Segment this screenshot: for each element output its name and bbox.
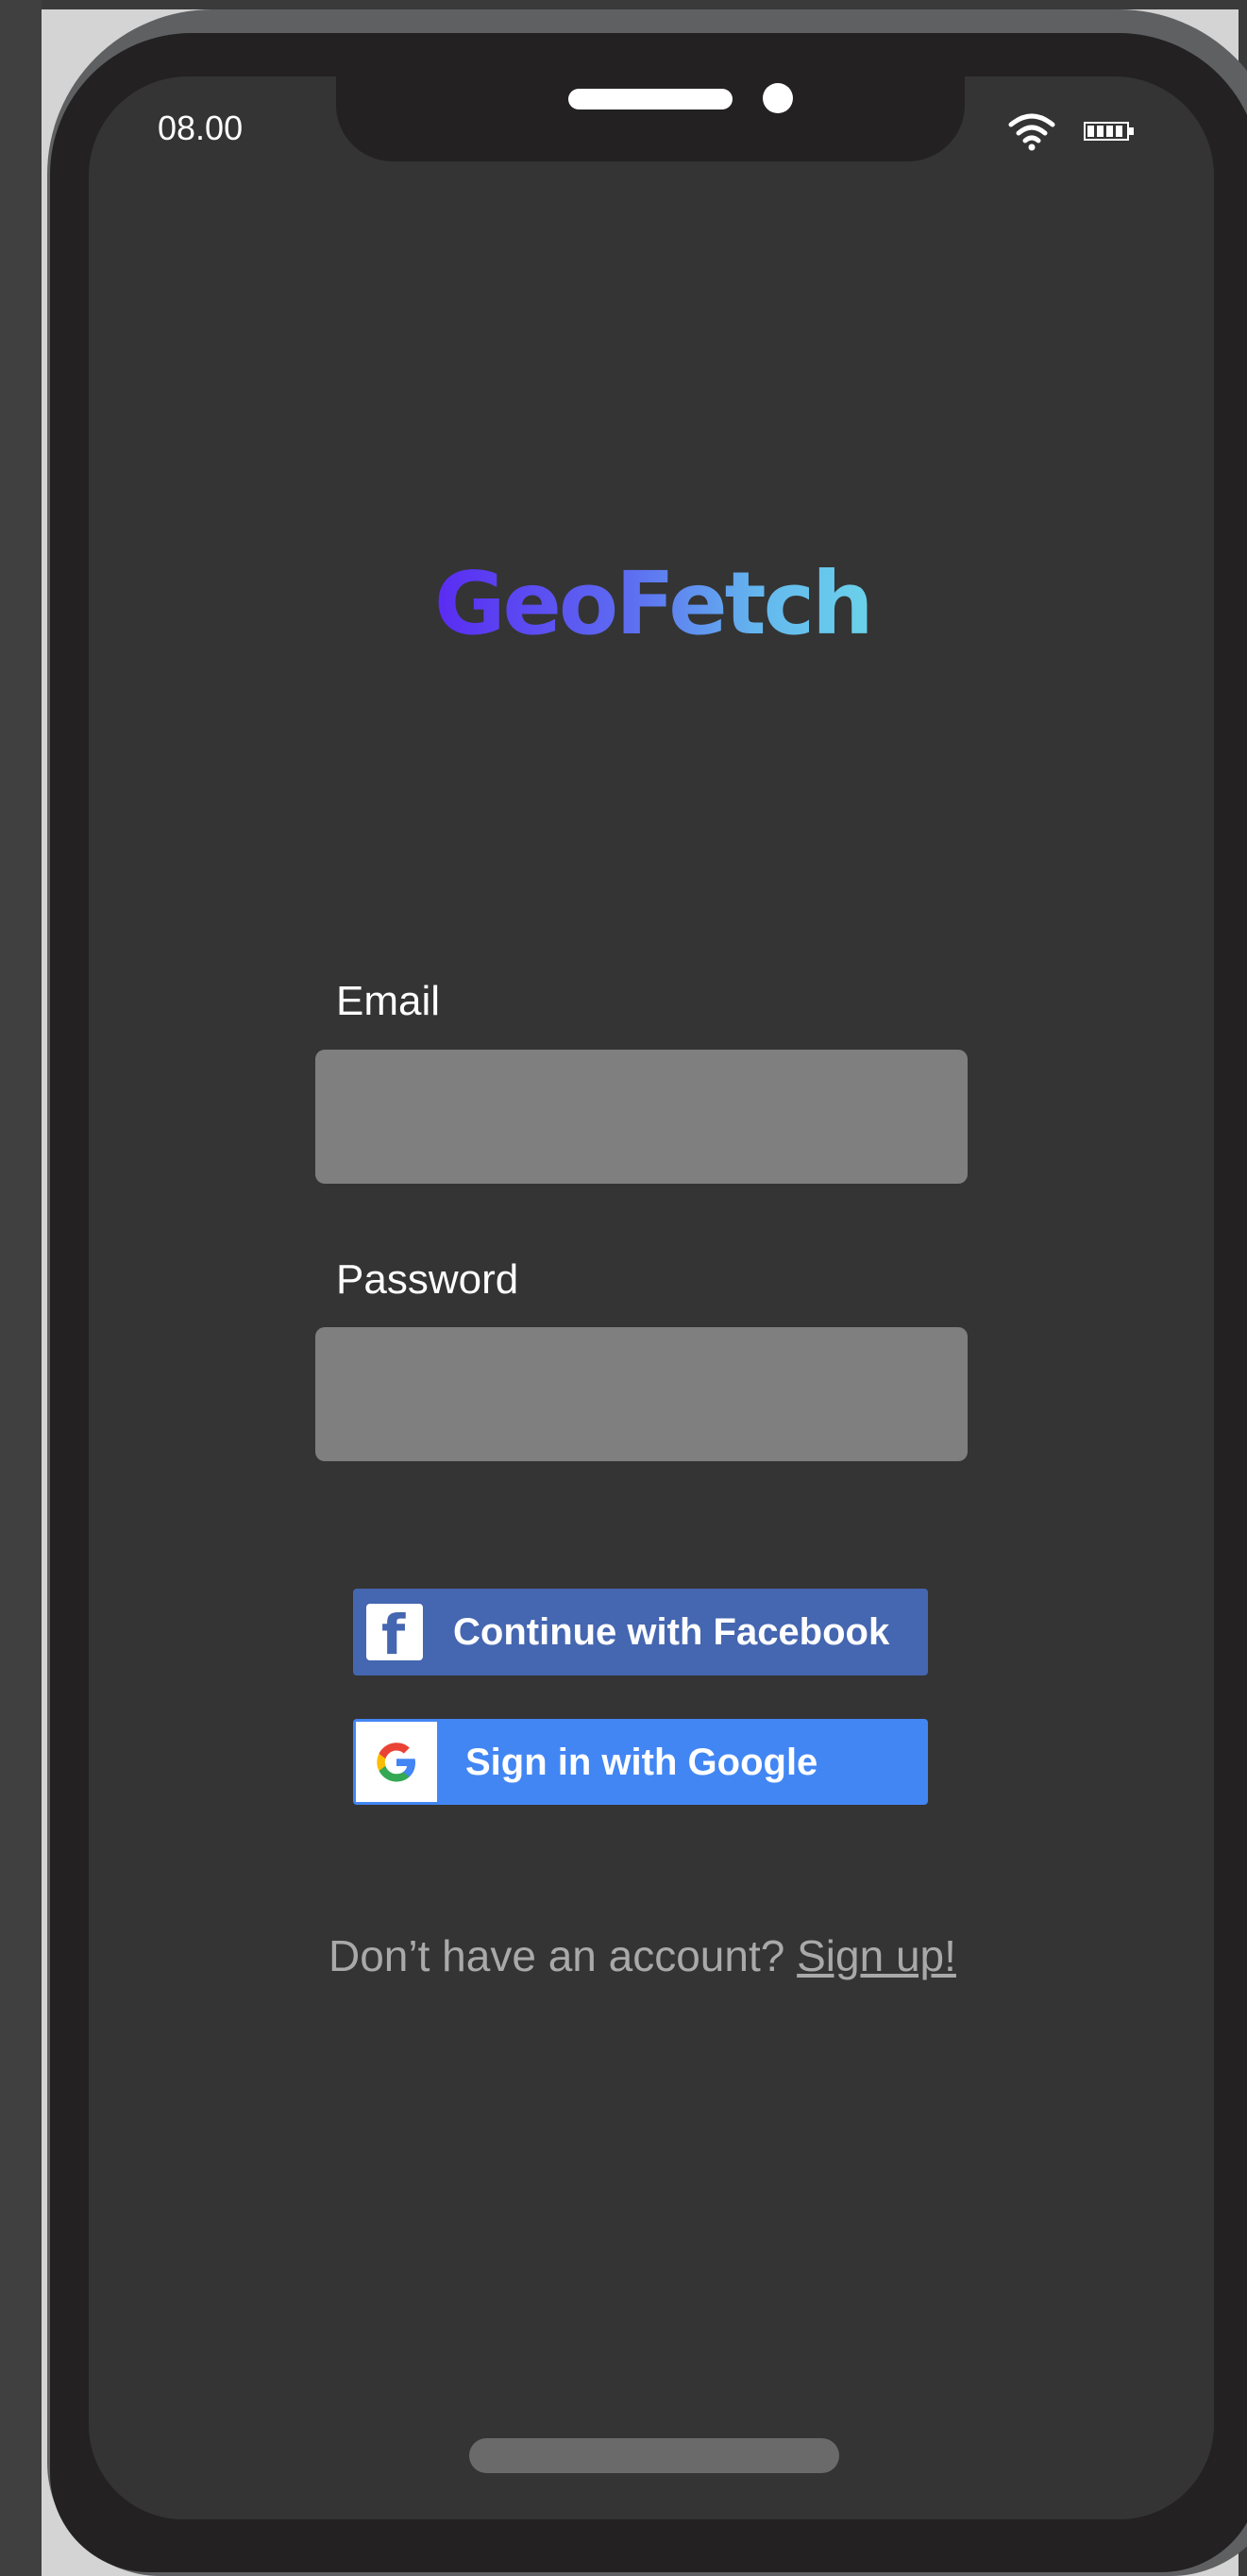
- battery-icon: [1084, 122, 1134, 141]
- facebook-logo-icon: f: [366, 1604, 423, 1662]
- google-button-label: Sign in with Google: [465, 1742, 818, 1783]
- front-camera: [763, 83, 793, 113]
- email-input[interactable]: [315, 1050, 968, 1184]
- facebook-button-label: Continue with Facebook: [453, 1611, 890, 1653]
- wifi-icon: [1008, 113, 1055, 151]
- password-label: Password: [336, 1256, 519, 1303]
- google-logo-icon: [356, 1722, 437, 1802]
- sign-in-with-google-button[interactable]: Sign in with Google: [353, 1719, 928, 1805]
- speaker-grille: [568, 89, 733, 109]
- status-bar-time: 08.00: [158, 109, 244, 147]
- left-panel-edge: [0, 0, 42, 2576]
- phone-screen: [89, 76, 1214, 2519]
- sign-up-link[interactable]: Sign up!: [797, 1931, 956, 1980]
- app-logo: GeoFetch: [434, 552, 874, 656]
- continue-with-facebook-button[interactable]: f Continue with Facebook: [353, 1589, 928, 1675]
- signup-prompt-text: Don’t have an account?: [329, 1931, 798, 1980]
- signup-prompt: Don’t have an account? Sign up!: [329, 1926, 956, 1986]
- home-indicator[interactable]: [469, 2438, 839, 2473]
- app-logo-text: GeoFetch: [434, 553, 874, 654]
- email-label: Email: [336, 978, 441, 1024]
- password-input[interactable]: [315, 1327, 968, 1461]
